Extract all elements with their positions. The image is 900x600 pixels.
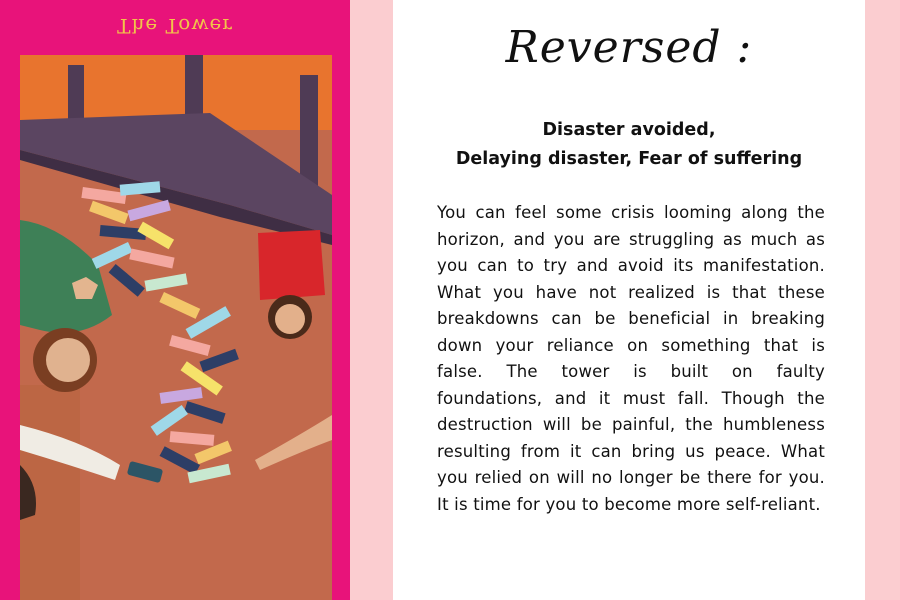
- background-strip: [350, 0, 392, 600]
- tower-artwork: [20, 55, 332, 600]
- tarot-card: The Tower: [0, 0, 350, 600]
- subtitle-keywords: Disaster avoided, Delaying disaster, Fea…: [393, 116, 865, 174]
- right-background-strip: [865, 0, 900, 600]
- meaning-panel: Reversed : Disaster avoided, Delaying di…: [393, 0, 865, 600]
- meaning-description: You can feel some crisis looming along t…: [437, 203, 825, 514]
- card-illustration: [20, 55, 332, 600]
- subtitle-line-1: Disaster avoided,: [542, 120, 716, 140]
- heading-reversed: Reversed :: [505, 22, 753, 73]
- card-title: The Tower: [117, 14, 233, 38]
- subtitle-line-2: Delaying disaster, Fear of suffering: [455, 149, 803, 169]
